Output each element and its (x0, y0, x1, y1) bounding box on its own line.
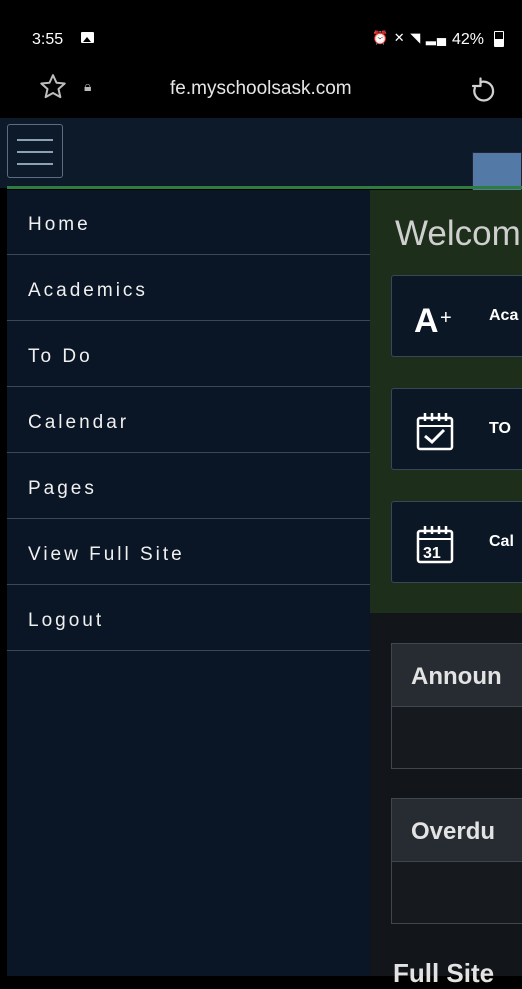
calendar-icon-day: 31 (423, 545, 441, 562)
status-system-icons: ⏰ ✕ ◥ ▂▄ (372, 30, 448, 45)
menu-line (17, 151, 53, 153)
app-header (0, 118, 522, 188)
hamburger-menu-button[interactable] (7, 124, 63, 178)
sidebar-item-label: View Full Site (28, 544, 185, 565)
header-accent-line (7, 186, 522, 189)
battery-percent: 42% (452, 31, 485, 48)
sidebar-item-label: To Do (28, 346, 93, 367)
svg-text:+: + (440, 307, 452, 329)
overdue-panel-body (391, 862, 522, 924)
panel-title: Announ (411, 663, 502, 690)
sidebar-item-view-full-site[interactable]: View Full Site (7, 520, 370, 585)
sidebar-item-label: Home (28, 214, 91, 235)
battery-icon (494, 31, 504, 47)
status-bar: 3:55 ⏰ ✕ ◥ ▂▄ 42% (0, 0, 522, 52)
overdue-panel-header: Overdu (391, 798, 522, 862)
gallery-notification-icon (81, 32, 94, 43)
announcements-panel-body (391, 707, 522, 769)
sidebar-item-label: Academics (28, 280, 148, 301)
svg-text:A: A (414, 302, 439, 340)
menu-line (17, 163, 53, 165)
welcome-heading: Welcom (395, 214, 521, 253)
todo-card[interactable]: TO (391, 388, 522, 470)
sidebar-nav: Home Academics To Do Calendar Pages View… (7, 190, 370, 976)
academics-card[interactable]: A + Aca (391, 275, 522, 357)
card-label: Aca (489, 307, 519, 324)
announcements-panel-header: Announ (391, 643, 522, 707)
calendar-card[interactable]: 31 Cal (391, 501, 522, 583)
sidebar-item-label: Calendar (28, 412, 130, 433)
sidebar-item-label: Pages (28, 478, 97, 499)
a-plus-icon: A + (414, 302, 452, 340)
sidebar-item-todo[interactable]: To Do (7, 322, 370, 387)
panel-title: Overdu (411, 818, 496, 845)
lock-icon: 🔒︎ (84, 78, 92, 94)
url-text[interactable]: fe.myschoolsask.com (170, 78, 352, 100)
calendar-31-icon: 31 (416, 526, 454, 564)
todo-calendar-check-icon (416, 413, 454, 451)
menu-line (17, 139, 53, 141)
sidebar-item-home[interactable]: Home (7, 190, 370, 255)
full-site-heading: Full Site (393, 958, 495, 988)
sidebar-item-pages[interactable]: Pages (7, 454, 370, 519)
sidebar-item-calendar[interactable]: Calendar (7, 388, 370, 453)
bookmark-star-icon[interactable] (38, 72, 68, 102)
reload-icon[interactable] (468, 76, 498, 106)
status-time: 3:55 (32, 31, 64, 48)
card-label: Cal (489, 533, 514, 550)
sidebar-item-logout[interactable]: Logout (7, 586, 370, 651)
sidebar-item-label: Logout (28, 610, 105, 631)
card-label: TO (489, 420, 511, 437)
sidebar-item-academics[interactable]: Academics (7, 256, 370, 321)
